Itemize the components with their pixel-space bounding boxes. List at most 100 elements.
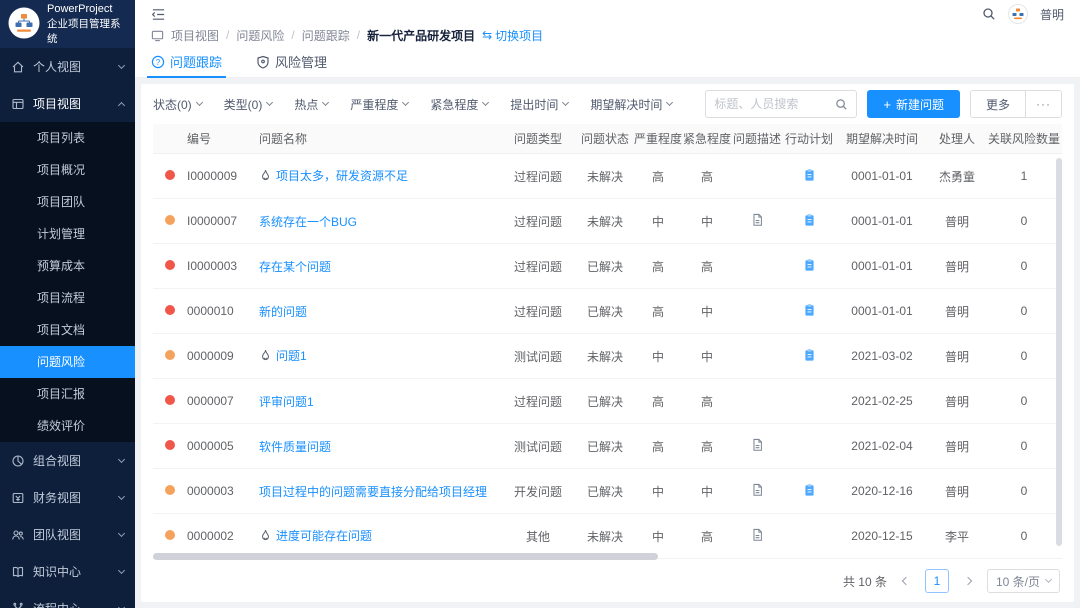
issue-name-link[interactable]: 进度可能存在问题 — [259, 527, 372, 544]
doc-icon[interactable] — [751, 213, 764, 227]
cell-action-plan — [782, 483, 836, 500]
issue-name-text: 系统存在一个BUG — [259, 213, 357, 230]
filter-type[interactable]: 类型(0) — [224, 96, 273, 113]
clipboard-icon[interactable] — [803, 348, 816, 362]
clipboard-icon[interactable] — [803, 168, 816, 182]
chevron-down-icon — [322, 99, 329, 106]
global-search-icon[interactable] — [982, 7, 996, 21]
cell-type: 过程问题 — [500, 303, 576, 320]
issue-name-link[interactable]: 问题1 — [259, 347, 307, 364]
column-header-9: 处理人 — [928, 130, 986, 147]
breadcrumb-item[interactable]: 问题跟踪 — [302, 27, 350, 44]
tab-risk-management[interactable]: 风险管理 — [256, 46, 327, 77]
cell-name: 软件质量问题 — [259, 438, 500, 455]
issue-name-link[interactable]: 存在某个问题 — [259, 258, 331, 275]
cell-risk-count: 0 — [986, 214, 1062, 228]
cell-handler: 普明 — [928, 258, 986, 275]
sidebar-subitem-plan-management[interactable]: 计划管理 — [0, 218, 135, 250]
filter-label: 严重程度 — [350, 96, 398, 113]
page-size-select[interactable]: 10 条/页 — [987, 569, 1060, 593]
column-header-6: 问题描述 — [732, 130, 782, 147]
filter-urgency[interactable]: 紧急程度 — [430, 96, 488, 113]
breadcrumb-item[interactable]: 项目视图 — [171, 27, 219, 44]
user-avatar[interactable] — [1008, 4, 1028, 24]
next-page-button[interactable] — [957, 570, 979, 592]
sidebar-subitem-performance-evaluation[interactable]: 绩效评价 — [0, 410, 135, 442]
sidebar-item-label: 财务视图 — [33, 489, 111, 506]
cell-due-date: 2020-12-16 — [836, 484, 928, 498]
new-issue-button[interactable]: + 新建问题 — [867, 90, 960, 118]
cell-status-dot — [153, 484, 187, 498]
more-button[interactable]: 更多 — [971, 91, 1025, 117]
clipboard-icon[interactable] — [803, 258, 816, 272]
filter-expect-time[interactable]: 期望解决时间 — [590, 96, 672, 113]
issue-name-link[interactable]: 系统存在一个BUG — [259, 213, 357, 230]
vertical-scrollbar[interactable] — [1056, 158, 1062, 546]
cell-risk-count: 0 — [986, 394, 1062, 408]
flame-icon — [259, 529, 272, 542]
cell-urgency: 高 — [682, 438, 732, 455]
issue-name-link[interactable]: 评审问题1 — [259, 393, 314, 410]
sidebar-subitem-project-overview[interactable]: 项目概况 — [0, 154, 135, 186]
horizontal-scrollbar[interactable] — [153, 553, 658, 560]
table-search-input[interactable] — [714, 97, 835, 111]
prev-page-button[interactable] — [895, 570, 917, 592]
filter-status[interactable]: 状态(0) — [153, 96, 202, 113]
issue-name-link[interactable]: 软件质量问题 — [259, 438, 331, 455]
sidebar-item-personal-view[interactable]: 个人视图 — [0, 48, 135, 85]
sidebar-subitem-issue-risk[interactable]: 问题风险 — [0, 346, 135, 378]
doc-icon[interactable] — [751, 438, 764, 452]
chevron-down-icon — [1045, 576, 1052, 583]
table-row: I0000003存在某个问题过程问题已解决高高0001-01-01普明0 — [153, 244, 1062, 289]
search-icon[interactable] — [835, 98, 848, 111]
filter-raise-time[interactable]: 提出时间 — [510, 96, 568, 113]
breadcrumb-item[interactable]: 问题风险 — [236, 27, 284, 44]
sidebar-collapse-icon[interactable] — [151, 7, 166, 22]
sidebar-submenu: 项目列表项目概况项目团队计划管理预算成本项目流程项目文档问题风险项目汇报绩效评价 — [0, 122, 135, 442]
sidebar-item-label: 流程中心 — [33, 600, 111, 608]
cell-urgency: 中 — [682, 483, 732, 500]
issue-name-text: 项目太多，研发资源不足 — [276, 167, 408, 184]
flame-icon — [259, 349, 272, 362]
cell-type: 开发问题 — [500, 483, 576, 500]
issue-name-link[interactable]: 新的问题 — [259, 303, 307, 320]
clipboard-icon[interactable] — [803, 213, 816, 227]
sidebar-subitem-budget-cost[interactable]: 预算成本 — [0, 250, 135, 282]
switch-project-icon: ⇆ — [482, 28, 492, 42]
issue-name-link[interactable]: 项目过程中的问题需要直接分配给项目经理 — [259, 483, 487, 500]
sidebar-item-knowledge-center[interactable]: 知识中心 — [0, 553, 135, 590]
issue-name-text: 项目过程中的问题需要直接分配给项目经理 — [259, 483, 487, 500]
page-number-button[interactable]: 1 — [925, 569, 949, 593]
sidebar-item-team-view[interactable]: 团队视图 — [0, 516, 135, 553]
username[interactable]: 普明 — [1040, 6, 1064, 23]
cell-risk-count: 0 — [986, 529, 1062, 543]
doc-icon[interactable] — [751, 483, 764, 497]
sidebar-item-finance-view[interactable]: 财务视图 — [0, 479, 135, 516]
cell-type: 过程问题 — [500, 168, 576, 185]
switch-project-link[interactable]: ⇆ 切换项目 — [482, 27, 543, 44]
sidebar-subitem-project-docs[interactable]: 项目文档 — [0, 314, 135, 346]
sidebar-subitem-project-process[interactable]: 项目流程 — [0, 282, 135, 314]
ellipsis-button[interactable]: ··· — [1025, 91, 1061, 117]
table-row: 0000007评审问题1过程问题已解决高高2021-02-25普明0 — [153, 379, 1062, 424]
tab-issue-tracking[interactable]: ? 问题跟踪 — [151, 46, 222, 77]
doc-icon[interactable] — [751, 528, 764, 542]
portfolio-icon — [11, 454, 25, 468]
sidebar-subitem-project-team[interactable]: 项目团队 — [0, 186, 135, 218]
sidebar-item-project-view[interactable]: 项目视图 — [0, 85, 135, 122]
sidebar-subitem-project-list[interactable]: 项目列表 — [0, 122, 135, 154]
clipboard-icon[interactable] — [803, 483, 816, 497]
cell-urgency: 高 — [682, 528, 732, 545]
filter-hot[interactable]: 热点 — [294, 96, 328, 113]
breadcrumb-separator: / — [291, 28, 294, 42]
cell-action-plan — [782, 213, 836, 230]
sidebar-item-process-center[interactable]: 流程中心 — [0, 590, 135, 608]
sidebar-subitem-project-report[interactable]: 项目汇报 — [0, 378, 135, 410]
filter-label: 提出时间 — [510, 96, 558, 113]
sidebar-item-portfolio-view[interactable]: 组合视图 — [0, 442, 135, 479]
cell-risk-count: 0 — [986, 439, 1062, 453]
issue-name-link[interactable]: 项目太多，研发资源不足 — [259, 167, 408, 184]
filter-label: 期望解决时间 — [590, 96, 662, 113]
filter-severity[interactable]: 严重程度 — [350, 96, 408, 113]
clipboard-icon[interactable] — [803, 303, 816, 317]
